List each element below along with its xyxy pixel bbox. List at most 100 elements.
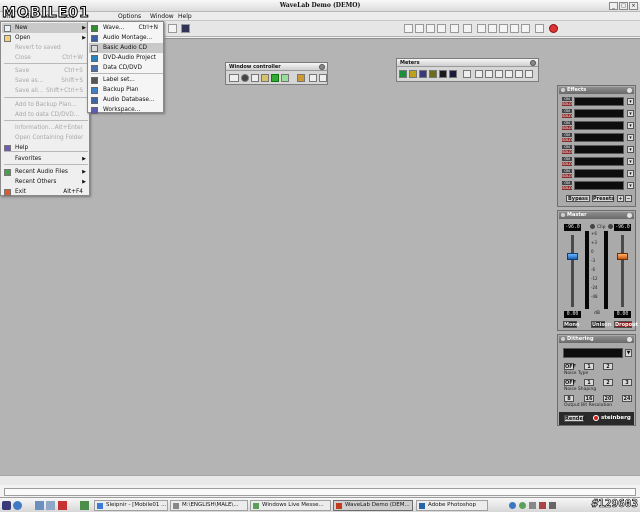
end-icon[interactable] — [521, 24, 530, 33]
taskbar-item-5[interactable]: Adobe Photoshop — [416, 500, 488, 511]
effect-solo-button[interactable]: SOLO — [562, 138, 572, 142]
oscilloscope-icon[interactable] — [429, 70, 437, 78]
volume-icon[interactable] — [529, 502, 536, 509]
wrench-icon[interactable] — [297, 74, 305, 82]
toolbar-zoom-out-icon[interactable] — [426, 24, 435, 33]
folder-icon[interactable] — [261, 74, 269, 82]
power-icon[interactable] — [627, 213, 632, 218]
new-menu-item-audio-montage[interactable]: Audio Montage... — [89, 33, 163, 43]
forward-icon[interactable] — [505, 70, 513, 78]
clip-reset-icon[interactable] — [608, 224, 613, 229]
chevron-down-icon[interactable]: ▾ — [627, 134, 634, 141]
chevron-down-icon[interactable]: ▾ — [627, 170, 634, 177]
unison-button[interactable]: Unison — [591, 321, 611, 328]
effect-solo-button[interactable]: SOLO — [562, 162, 572, 166]
rewind-icon[interactable] — [477, 24, 486, 33]
new-menu-item-wave[interactable]: Wave... Ctrl+N — [89, 23, 163, 33]
quicklaunch-icon[interactable] — [35, 501, 44, 510]
clock-icon[interactable] — [319, 74, 327, 82]
grid-icon[interactable] — [463, 70, 471, 78]
minimize-button[interactable]: _ — [609, 2, 618, 10]
level-icon[interactable] — [229, 74, 239, 82]
effect-solo-button[interactable]: SOLO — [562, 126, 572, 130]
close-icon[interactable] — [530, 60, 536, 66]
mono-button[interactable]: Mono — [563, 321, 579, 328]
pause-icon[interactable] — [495, 70, 503, 78]
monitor-icon[interactable] — [281, 74, 289, 82]
forward-icon[interactable] — [499, 24, 508, 33]
meters-header[interactable]: Meters — [397, 59, 538, 67]
settings-icon[interactable] — [525, 70, 533, 78]
toolbar-select-icon[interactable] — [404, 24, 413, 33]
camera-icon[interactable] — [251, 74, 259, 82]
toolbar-zoom-in-icon[interactable] — [415, 24, 424, 33]
chevron-down-icon[interactable]: ▾ — [627, 146, 634, 153]
link-icon[interactable] — [590, 224, 595, 229]
menu-help[interactable]: Help — [178, 13, 192, 20]
bit-meter-icon[interactable] — [439, 70, 447, 78]
effect-on-button[interactable]: ON — [562, 97, 572, 101]
start-icon[interactable] — [2, 501, 11, 510]
play-icon[interactable] — [271, 74, 279, 82]
effect-solo-button[interactable]: SOLO — [562, 186, 572, 190]
file-menu-item-exit[interactable]: Exit Alt+F4 — [2, 187, 88, 197]
new-menu-item-basic-audio-cd[interactable]: Basic Audio CD — [89, 43, 163, 53]
bits-24[interactable]: 24 — [622, 395, 632, 402]
browser-icon[interactable] — [13, 501, 22, 510]
bits-8[interactable]: 8 — [564, 395, 574, 402]
chevron-down-icon[interactable]: ▼ — [625, 349, 632, 357]
noise-type-2[interactable]: 2 — [603, 363, 613, 370]
new-menu-item-workspace[interactable]: Workspace... — [89, 105, 163, 115]
chevron-down-icon[interactable]: ▾ — [627, 122, 634, 129]
fast-forward-icon[interactable] — [510, 24, 519, 33]
chevron-down-icon[interactable]: ▾ — [627, 158, 634, 165]
search-icon[interactable] — [485, 70, 493, 78]
level-meter-icon[interactable] — [399, 70, 407, 78]
effect-plugin-slot[interactable] — [574, 181, 624, 190]
effect-on-button[interactable]: ON — [562, 109, 572, 113]
effect-solo-button[interactable]: SOLO — [562, 114, 572, 118]
desktop-icon[interactable] — [46, 501, 55, 510]
record-icon[interactable] — [549, 24, 558, 33]
effect-on-button[interactable]: ON — [562, 181, 572, 185]
effect-solo-button[interactable]: SOLO — [562, 150, 572, 154]
menu-window[interactable]: Window — [150, 13, 174, 20]
speaker-icon[interactable] — [475, 70, 483, 78]
file-menu-item-new[interactable]: New ▶ — [2, 23, 88, 33]
toolbar-loop-icon[interactable] — [463, 24, 472, 33]
usb-icon[interactable] — [549, 502, 556, 509]
bypass-button[interactable]: Bypass — [566, 195, 590, 202]
file-menu-item-recent-others[interactable]: Recent Others ▶ — [2, 177, 88, 187]
remove-icon[interactable]: − — [625, 195, 632, 202]
noise-shaping-2[interactable]: 2 — [603, 379, 613, 386]
noise-shaping-off[interactable]: OFF — [564, 379, 576, 386]
effect-plugin-slot[interactable] — [574, 169, 624, 178]
effect-plugin-slot[interactable] — [574, 97, 624, 106]
split-icon[interactable] — [309, 74, 317, 82]
chevron-down-icon[interactable]: ▾ — [627, 110, 634, 117]
effect-on-button[interactable]: ON — [562, 121, 572, 125]
render-button[interactable]: Render — [564, 415, 585, 422]
messenger-icon[interactable] — [519, 502, 526, 509]
dithering-plugin-slot[interactable] — [563, 348, 623, 358]
taskbar-item-3[interactable]: Windows Live Messe... — [250, 500, 331, 511]
window-controller-header[interactable]: Window controller — [226, 63, 327, 71]
file-menu-item-open[interactable]: Open ▶ — [2, 33, 88, 43]
new-menu-item-data-cd-dvd[interactable]: Data CD/DVD — [89, 63, 163, 73]
file-menu-item-recent-audio-files[interactable]: Recent Audio Files ▶ — [2, 167, 88, 177]
phase-icon[interactable] — [419, 70, 427, 78]
new-menu-item-audio-database[interactable]: Audio Database... — [89, 95, 163, 105]
toolbar-cut-icon[interactable] — [168, 24, 177, 33]
stop-icon[interactable] — [515, 70, 523, 78]
power-icon[interactable] — [627, 88, 632, 93]
file-menu-item-favorites[interactable]: Favorites ▶ — [2, 154, 88, 164]
effect-on-button[interactable]: ON — [562, 133, 572, 137]
noise-shaping-3[interactable]: 3 — [622, 379, 632, 386]
presets-button[interactable]: Presets — [592, 195, 614, 202]
effect-plugin-slot[interactable] — [574, 109, 624, 118]
effect-plugin-slot[interactable] — [574, 145, 624, 154]
new-menu-item-backup-plan[interactable]: Backup Plan — [89, 85, 163, 95]
record-icon[interactable] — [241, 74, 249, 82]
taskbar-item-1[interactable]: Sleipnir - [Mobile01 ... — [94, 500, 168, 511]
bits-20[interactable]: 20 — [603, 395, 613, 402]
